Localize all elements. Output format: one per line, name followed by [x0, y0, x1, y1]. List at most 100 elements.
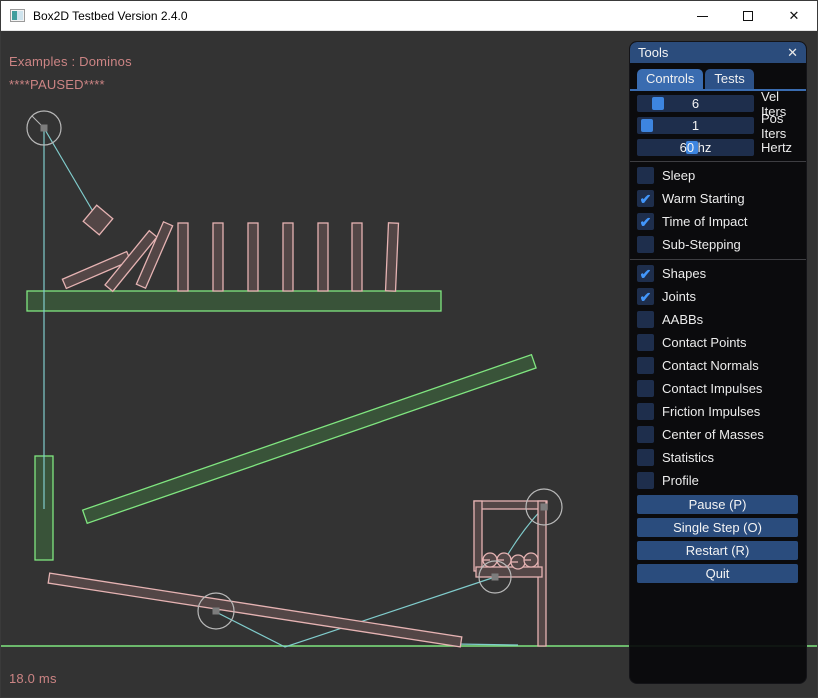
checkbox-sleep[interactable]: ✔ — [637, 167, 654, 184]
separator — [630, 161, 807, 162]
seesaw-plank[interactable] — [48, 573, 462, 647]
minimize-icon — [697, 16, 708, 17]
checkbox-row-warm-starting: ✔ Warm Starting — [637, 190, 800, 207]
close-button[interactable]: ✕ — [771, 1, 817, 31]
checkbox-label-shapes: Shapes — [662, 266, 706, 281]
checkbox-row-sleep: ✔ Sleep — [637, 167, 800, 184]
window-title: Box2D Testbed Version 2.4.0 — [33, 9, 188, 23]
anchor-square-1 — [41, 125, 48, 132]
checkbox-contact-points[interactable]: ✔ — [637, 334, 654, 351]
shelf-top — [27, 291, 441, 311]
slider-row-vel-iters: 6Vel Iters — [637, 95, 800, 112]
checkbox-row-statistics: ✔ Statistics — [637, 449, 800, 466]
app-icon — [10, 9, 25, 22]
checkbox-friction-impulses[interactable]: ✔ — [637, 403, 654, 420]
cradle-left-post[interactable] — [474, 501, 482, 571]
cradle-top-bar[interactable] — [474, 501, 547, 509]
single-step-o-button[interactable]: Single Step (O) — [637, 518, 798, 537]
tools-panel-title: Tools — [638, 45, 787, 60]
tab-tests[interactable]: Tests — [705, 69, 753, 89]
checkbox-label-contact-impulses: Contact Impulses — [662, 381, 762, 396]
checkbox-profile[interactable]: ✔ — [637, 472, 654, 489]
checkbox-center-of-masses[interactable]: ✔ — [637, 426, 654, 443]
checkbox-row-profile: ✔ Profile — [637, 472, 800, 489]
checkbox-contact-normals[interactable]: ✔ — [637, 357, 654, 374]
slider-label-hertz: Hertz — [761, 140, 792, 155]
domino-7[interactable] — [386, 223, 399, 291]
checkbox-joints[interactable]: ✔ — [637, 288, 654, 305]
tab-bar: ControlsTests — [637, 69, 800, 89]
domino-6[interactable] — [352, 223, 362, 291]
checkbox-sub-stepping[interactable]: ✔ — [637, 236, 654, 253]
window-controls: ✕ — [679, 1, 817, 31]
check-icon: ✔ — [640, 267, 652, 281]
quit-button[interactable]: Quit — [637, 564, 798, 583]
domino-1[interactable] — [178, 223, 188, 291]
checkbox-label-time-of-impact: Time of Impact — [662, 214, 747, 229]
checkbox-label-sub-stepping: Sub-Stepping — [662, 237, 741, 252]
maximize-icon — [743, 11, 753, 21]
checkbox-time-of-impact[interactable]: ✔ — [637, 213, 654, 230]
checkbox-label-contact-normals: Contact Normals — [662, 358, 759, 373]
paused-label: ****PAUSED**** — [9, 77, 105, 92]
slider-vel-iters[interactable]: 6 — [637, 95, 754, 112]
tab-controls[interactable]: Controls — [637, 69, 703, 89]
pause-p-button[interactable]: Pause (P) — [637, 495, 798, 514]
minimize-button[interactable] — [679, 1, 725, 31]
tools-panel-content: ControlsTests 6Vel Iters1Pos Iters60 hzH… — [630, 63, 806, 583]
tools-panel: Tools ✕ ControlsTests 6Vel Iters1Pos Ite… — [629, 41, 807, 684]
slider-row-pos-iters: 1Pos Iters — [637, 117, 800, 134]
checkbox-row-time-of-impact: ✔ Time of Impact — [637, 213, 800, 230]
checkbox-row-sub-stepping: ✔ Sub-Stepping — [637, 236, 800, 253]
client-area: Examples : Dominos ****PAUSED**** 18.0 m… — [1, 31, 818, 698]
anchor-square-3 — [541, 504, 548, 511]
domino-3[interactable] — [248, 223, 258, 291]
checkbox-contact-impulses[interactable]: ✔ — [637, 380, 654, 397]
slider-pos-iters[interactable]: 1 — [637, 117, 754, 134]
checkbox-statistics[interactable]: ✔ — [637, 449, 654, 466]
domino-4[interactable] — [283, 223, 293, 291]
checkbox-row-joints: ✔ Joints — [637, 288, 800, 305]
slider-value-pos-iters: 1 — [637, 118, 754, 133]
separator — [630, 259, 807, 260]
slider-value-vel-iters: 6 — [637, 96, 754, 111]
anchor-square-4 — [492, 574, 499, 581]
checkbox-label-aabbs: AABBs — [662, 312, 703, 327]
slider-label-pos-iters: Pos Iters — [761, 111, 800, 141]
checkbox-label-joints: Joints — [662, 289, 696, 304]
pendulum-bob[interactable] — [83, 205, 113, 235]
checkbox-group-draw: ✔ Shapes ✔ Joints ✔ AABBs ✔ Contact Points ✔ Cont… — [637, 265, 800, 489]
checkbox-row-contact-normals: ✔ Contact Normals — [637, 357, 800, 374]
checkbox-row-shapes: ✔ Shapes — [637, 265, 800, 282]
checkbox-row-center-of-masses: ✔ Center of Masses — [637, 426, 800, 443]
anchor-square-2 — [213, 608, 220, 615]
app-window: Box2D Testbed Version 2.4.0 ✕ — [0, 0, 818, 698]
checkbox-label-contact-points: Contact Points — [662, 335, 747, 350]
tools-panel-titlebar[interactable]: Tools ✕ — [630, 42, 806, 63]
checkbox-label-warm-starting: Warm Starting — [662, 191, 745, 206]
checkbox-label-profile: Profile — [662, 473, 699, 488]
checkbox-label-center-of-masses: Center of Masses — [662, 427, 764, 442]
example-label: Examples : Dominos — [9, 54, 132, 69]
check-icon: ✔ — [640, 215, 652, 229]
check-icon: ✔ — [640, 290, 652, 304]
frame-time-label: 18.0 ms — [9, 671, 57, 686]
restart-r-button[interactable]: Restart (R) — [637, 541, 798, 560]
checkbox-row-aabbs: ✔ AABBs — [637, 311, 800, 328]
checkbox-shapes[interactable]: ✔ — [637, 265, 654, 282]
check-icon: ✔ — [640, 192, 652, 206]
checkbox-row-friction-impulses: ✔ Friction Impulses — [637, 403, 800, 420]
maximize-button[interactable] — [725, 1, 771, 31]
checkbox-label-friction-impulses: Friction Impulses — [662, 404, 760, 419]
checkbox-aabbs[interactable]: ✔ — [637, 311, 654, 328]
checkbox-warm-starting[interactable]: ✔ — [637, 190, 654, 207]
checkbox-label-statistics: Statistics — [662, 450, 714, 465]
slider-row-hertz: 60 hz Hertz — [637, 139, 800, 156]
domino-2[interactable] — [213, 223, 223, 291]
checkbox-label-sleep: Sleep — [662, 168, 695, 183]
panel-close-icon[interactable]: ✕ — [787, 46, 798, 59]
slider-hertz[interactable]: 60 hz — [637, 139, 754, 156]
domino-5[interactable] — [318, 223, 328, 291]
slider-value-hertz: 60 hz — [637, 140, 754, 155]
checkbox-row-contact-points: ✔ Contact Points — [637, 334, 800, 351]
